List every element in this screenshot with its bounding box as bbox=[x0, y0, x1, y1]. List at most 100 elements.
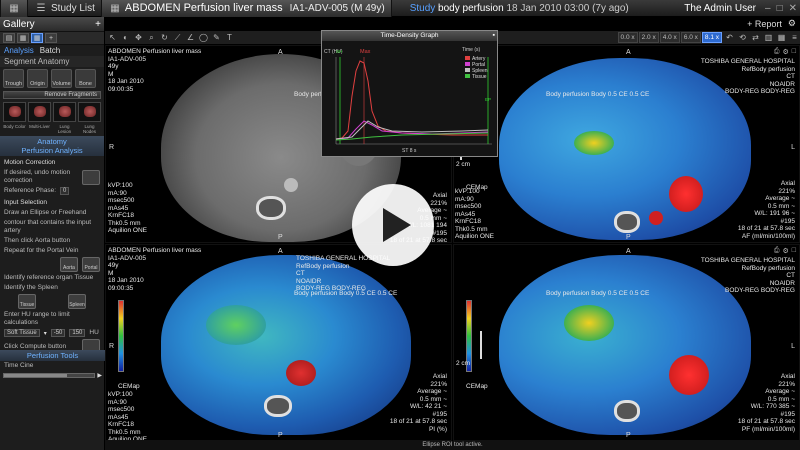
play-icon[interactable]: ▶ bbox=[97, 372, 102, 379]
bone-tool[interactable]: Bone bbox=[75, 69, 96, 88]
grid-icon[interactable]: ▦ bbox=[17, 33, 29, 43]
video-play-button[interactable] bbox=[352, 184, 434, 266]
zoom-level[interactable]: 0.0 x bbox=[617, 32, 638, 43]
pointer-icon[interactable]: ↖ bbox=[107, 33, 118, 43]
study-info: Study body perfusion 18 Jan 2010 03:00 (… bbox=[410, 3, 629, 14]
maximize-icon[interactable]: □ bbox=[792, 247, 796, 255]
time-density-graph[interactable]: Time-Density Graph ▪ CT (HU) Time (s) Ma… bbox=[321, 30, 498, 157]
tool-label: Trough bbox=[4, 81, 23, 87]
rotate-icon[interactable]: ↻ bbox=[159, 33, 170, 43]
spleen-button[interactable]: Spleen bbox=[68, 294, 86, 309]
thumbnail[interactable] bbox=[28, 102, 51, 122]
kidney-region bbox=[286, 360, 316, 386]
zoom-icon[interactable]: ⌕ bbox=[146, 33, 157, 43]
close-icon[interactable]: ✕ bbox=[786, 3, 800, 14]
status-bar: Ellipse ROI tool active. bbox=[105, 441, 800, 450]
pan-icon[interactable]: ✥ bbox=[133, 33, 144, 43]
hu-range-row: Soft Tissue ▾ -50 150 HU bbox=[0, 328, 104, 338]
tissue-button[interactable]: Tissue bbox=[18, 294, 36, 309]
viewport-header-icons: ⎙ ⚙ □ bbox=[774, 48, 796, 56]
orientation-bottom: P bbox=[278, 432, 283, 439]
spleen-region bbox=[669, 355, 709, 395]
tab-gallery[interactable]: ▦ bbox=[0, 0, 28, 17]
input-buttons: Aorta Portal bbox=[0, 256, 104, 273]
tab-analysis[interactable]: Analysis bbox=[4, 46, 34, 55]
settings-icon[interactable]: ⚙ bbox=[782, 48, 788, 56]
thumbnail[interactable] bbox=[3, 102, 26, 122]
remove-fragments-button[interactable]: Remove Fragments bbox=[3, 91, 101, 99]
viewport-pf-map[interactable]: ⎙ ⚙ □ TOSHIBA GENERAL HOSPITAL RefBody p… bbox=[453, 244, 800, 441]
grid-icon[interactable]: ▦ bbox=[776, 33, 787, 43]
layout-icon[interactable]: ▥ bbox=[763, 33, 774, 43]
viewport-pi-map[interactable]: ABDOMEN Perfusion liver mass IA1-ADV-005… bbox=[105, 244, 452, 441]
crosshair-icon[interactable]: + bbox=[45, 33, 57, 43]
viewport-series-text: Body perfusion Body 0.5 CE 0.5 CE bbox=[546, 290, 650, 297]
zoom-level-active[interactable]: 8.1 x bbox=[701, 32, 722, 43]
thumbnail[interactable] bbox=[53, 102, 76, 122]
spine-image bbox=[614, 400, 640, 422]
add-icon[interactable]: + bbox=[95, 19, 101, 30]
camera-icon[interactable]: ⎙ bbox=[774, 247, 780, 255]
settings-icon[interactable]: ⚙ bbox=[782, 247, 788, 255]
tab-batch[interactable]: Batch bbox=[40, 46, 60, 55]
hu-low-field[interactable]: -50 bbox=[50, 329, 66, 337]
ellipse-roi-icon[interactable]: ◯ bbox=[198, 33, 209, 43]
sync-icon[interactable]: ⇄ bbox=[750, 33, 761, 43]
ref-phase-label: Reference Phase: bbox=[4, 187, 57, 194]
hu-high-field[interactable]: 150 bbox=[69, 329, 86, 337]
zoom-level[interactable]: 6.0 x bbox=[680, 32, 701, 43]
zoom-level[interactable]: 2.0 x bbox=[638, 32, 659, 43]
tissue-select[interactable]: Soft Tissue bbox=[4, 329, 40, 337]
colormap-label[interactable]: CEMap bbox=[466, 383, 488, 391]
colormap-label[interactable]: CEMap bbox=[118, 383, 140, 391]
hu-unit: HU bbox=[89, 329, 99, 336]
report-button[interactable]: + Report bbox=[747, 19, 782, 29]
instruction: contour that contains the input artery bbox=[4, 219, 92, 234]
layout-2x2-icon[interactable]: ▦ bbox=[31, 33, 43, 43]
study-link[interactable]: Study bbox=[410, 3, 436, 14]
maximize-icon[interactable]: □ bbox=[792, 48, 796, 56]
zoom-level[interactable]: 4.0 x bbox=[659, 32, 680, 43]
undo-motion-button[interactable] bbox=[82, 169, 100, 185]
viewport-header-icons: ⎙ ⚙ □ bbox=[774, 247, 796, 255]
gallery-title: Gallery bbox=[3, 18, 35, 30]
freehand-icon[interactable]: ✎ bbox=[211, 33, 222, 43]
anatomy-panel-header[interactable]: Anatomy Perfusion Analysis bbox=[0, 136, 104, 156]
text-icon[interactable]: T bbox=[224, 33, 235, 43]
tab-patient[interactable]: ▦ ABDOMEN Perfusion liver mass IA1-ADV-0… bbox=[100, 0, 392, 17]
undo-icon[interactable]: ↶ bbox=[724, 33, 735, 43]
time-cine-slider[interactable] bbox=[3, 373, 96, 378]
trough-tool[interactable]: Trough bbox=[3, 69, 24, 88]
button-label: Tissue bbox=[19, 302, 35, 308]
camera-icon[interactable]: ⎙ bbox=[774, 48, 780, 56]
reset-icon[interactable]: ⟲ bbox=[737, 33, 748, 43]
menu-icon[interactable]: ≡ bbox=[789, 33, 800, 43]
angle-icon[interactable]: ∠ bbox=[185, 33, 196, 43]
gear-icon[interactable]: ⚙ bbox=[788, 18, 796, 29]
tab-study-list[interactable]: ☰ Study List bbox=[28, 0, 101, 17]
chevron-down-icon[interactable]: ▾ bbox=[44, 330, 47, 337]
user-name[interactable]: The Admin User bbox=[684, 3, 756, 14]
orientation-top: A bbox=[278, 49, 283, 56]
aorta-region bbox=[649, 211, 663, 225]
graph-title-bar: Time-Density Graph ▪ bbox=[322, 31, 497, 41]
ruler-icon[interactable]: ⟋ bbox=[172, 33, 183, 43]
layout-icon[interactable]: ▤ bbox=[3, 33, 15, 43]
aorta-button[interactable]: Aorta bbox=[60, 257, 78, 272]
viewport-series-text: Body perfusion Body 0.5 CE 0.5 CE bbox=[294, 290, 398, 297]
volume-tool[interactable]: Volume bbox=[51, 69, 72, 88]
hotspot-region bbox=[206, 305, 266, 345]
study-name: body perfusion bbox=[438, 2, 504, 14]
close-icon[interactable]: ▪ bbox=[493, 31, 495, 41]
viewport-af-map[interactable]: ⎙ ⚙ □ TOSHIBA GENERAL HOSPITAL RefBody p… bbox=[453, 45, 800, 243]
thumbnail[interactable] bbox=[78, 102, 101, 122]
perfusion-tools-header[interactable]: Perfusion Tools bbox=[0, 350, 105, 361]
minimize-icon[interactable]: – bbox=[762, 3, 774, 14]
maximize-icon[interactable]: □ bbox=[774, 3, 786, 14]
viewport-series-text: Body perfusion Body 0.5 CE 0.5 CE bbox=[546, 91, 650, 98]
origin-tool[interactable]: Origin bbox=[27, 69, 48, 88]
portal-button[interactable]: Portal bbox=[82, 257, 100, 272]
zoom-levels: 0.0 x 2.0 x 4.0 x 6.0 x 8.1 x bbox=[617, 32, 722, 43]
window-level-icon[interactable]: ◐ bbox=[120, 33, 131, 43]
ref-phase-field[interactable]: 0 bbox=[60, 187, 70, 195]
